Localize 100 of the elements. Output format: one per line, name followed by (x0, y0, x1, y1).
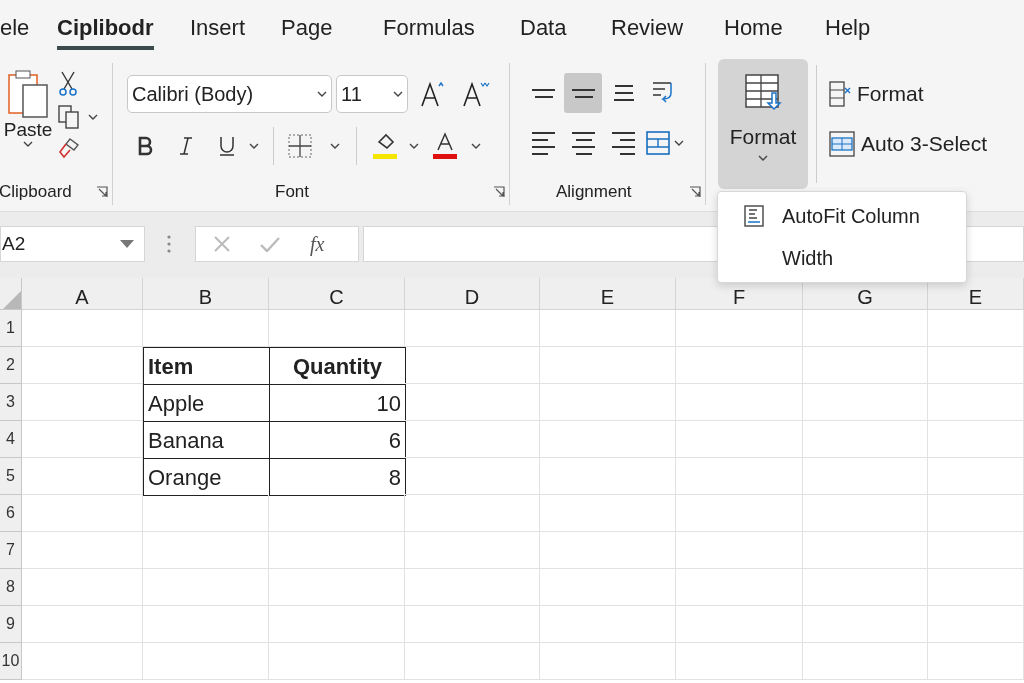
underline-icon[interactable] (219, 135, 235, 157)
grid-cell[interactable] (928, 532, 1024, 569)
grid-cell[interactable] (540, 532, 676, 569)
row-header[interactable]: 1 (0, 310, 22, 347)
alignment-button[interactable] (564, 73, 602, 113)
grid-cell[interactable] (676, 606, 803, 643)
more-options-icon[interactable] (167, 235, 171, 253)
paste-button[interactable]: Paste (2, 69, 54, 181)
menu-item[interactable]: AutoFit Column (718, 195, 966, 237)
grid-cell[interactable] (22, 310, 143, 347)
grid-cell[interactable] (803, 458, 928, 495)
row-header[interactable]: 7 (0, 532, 22, 569)
grid-cell[interactable] (676, 532, 803, 569)
checkmark-icon[interactable] (260, 236, 280, 252)
paintbrush-icon[interactable] (58, 137, 80, 159)
column-header[interactable]: E (540, 278, 676, 310)
format-button[interactable]: Format (718, 59, 808, 189)
grid-cell[interactable] (22, 495, 143, 532)
ribbon-tab[interactable]: Home (724, 12, 783, 50)
grid-cell[interactable] (22, 384, 143, 421)
grid-cell[interactable] (405, 643, 540, 680)
grid-cell[interactable] (928, 347, 1024, 384)
grid-cell[interactable] (22, 421, 143, 458)
grid-cell[interactable] (928, 495, 1024, 532)
fill-color-icon[interactable] (373, 132, 397, 160)
column-header[interactable]: B (143, 278, 269, 310)
dialog-launcher-icon[interactable] (96, 186, 108, 198)
bold-icon[interactable] (137, 136, 153, 156)
grid-cell[interactable] (803, 495, 928, 532)
grid-cell[interactable] (405, 458, 540, 495)
grid-cell[interactable] (269, 606, 405, 643)
grid-cell[interactable] (928, 421, 1024, 458)
grid-cell[interactable] (928, 384, 1024, 421)
column-header[interactable]: A (22, 278, 143, 310)
column-header[interactable]: D (405, 278, 540, 310)
grid-cell[interactable] (269, 532, 405, 569)
font-size-dropdown[interactable]: 11 (336, 75, 408, 113)
grid-cell[interactable] (676, 384, 803, 421)
font-name-dropdown[interactable]: Calibri (Body) (127, 75, 332, 113)
row-header[interactable]: 6 (0, 495, 22, 532)
ribbon-tab[interactable]: Review (611, 12, 684, 50)
grid-cell[interactable] (405, 606, 540, 643)
grid-cell[interactable] (143, 495, 269, 532)
grid-cell[interactable] (676, 643, 803, 680)
menu-item[interactable]: Width (718, 237, 966, 279)
grid-cell[interactable] (269, 495, 405, 532)
grid-cell[interactable] (269, 310, 405, 347)
grid-cell[interactable] (269, 569, 405, 606)
row-header[interactable]: 9 (0, 606, 22, 643)
row-header[interactable]: 8 (0, 569, 22, 606)
grid-cell[interactable] (928, 458, 1024, 495)
grow-font-icon[interactable] (420, 80, 446, 108)
row-header[interactable]: 2 (0, 347, 22, 384)
grid-cell[interactable] (928, 569, 1024, 606)
grid-cell[interactable] (22, 458, 143, 495)
ribbon-tab[interactable]: Formulas (383, 12, 475, 50)
grid-cell[interactable] (676, 569, 803, 606)
grid-cell[interactable] (540, 458, 676, 495)
row-header[interactable]: 3 (0, 384, 22, 421)
grid-cell[interactable] (22, 532, 143, 569)
row-header[interactable]: 5 (0, 458, 22, 495)
ribbon-tab[interactable]: Help (825, 12, 871, 50)
borders-icon[interactable] (288, 134, 312, 158)
ribbon-button[interactable]: Auto 3-Select (829, 129, 988, 159)
grid-cell[interactable] (143, 569, 269, 606)
grid-cell[interactable] (540, 421, 676, 458)
grid-cell[interactable] (928, 643, 1024, 680)
grid-cell[interactable] (803, 310, 928, 347)
ribbon-button[interactable]: Format (829, 79, 988, 109)
ribbon-tab[interactable]: Page (281, 12, 333, 50)
cancel-icon[interactable] (214, 236, 230, 252)
grid-cell[interactable] (928, 310, 1024, 347)
grid-cell[interactable] (803, 569, 928, 606)
grid-cell[interactable] (22, 347, 143, 384)
font-color-icon[interactable] (433, 132, 457, 160)
column-header[interactable]: E (928, 278, 1024, 310)
grid-cell[interactable] (405, 569, 540, 606)
grid-cell[interactable] (803, 421, 928, 458)
ribbon-tab[interactable]: Insert (190, 12, 246, 50)
grid-cell[interactable] (540, 310, 676, 347)
grid-cell[interactable] (22, 606, 143, 643)
grid-cell[interactable] (143, 310, 269, 347)
grid-cell[interactable] (405, 421, 540, 458)
ribbon-tab[interactable]: ele (0, 12, 30, 50)
grid-cell[interactable] (540, 347, 676, 384)
grid-cell[interactable] (676, 495, 803, 532)
grid-cell[interactable] (405, 384, 540, 421)
copy-icon[interactable] (58, 105, 80, 129)
grid-cell[interactable] (803, 643, 928, 680)
row-header[interactable]: 10 (0, 643, 22, 680)
grid-cell[interactable] (143, 532, 269, 569)
grid-cell[interactable] (269, 643, 405, 680)
grid-cell[interactable] (405, 310, 540, 347)
row-header[interactable]: 4 (0, 421, 22, 458)
grid-cell[interactable] (540, 643, 676, 680)
grid-cell[interactable] (22, 643, 143, 680)
grid-cell[interactable] (803, 606, 928, 643)
insert-function-button[interactable]: fx (310, 229, 325, 259)
grid-cell[interactable] (405, 347, 540, 384)
grid-cell[interactable] (540, 569, 676, 606)
